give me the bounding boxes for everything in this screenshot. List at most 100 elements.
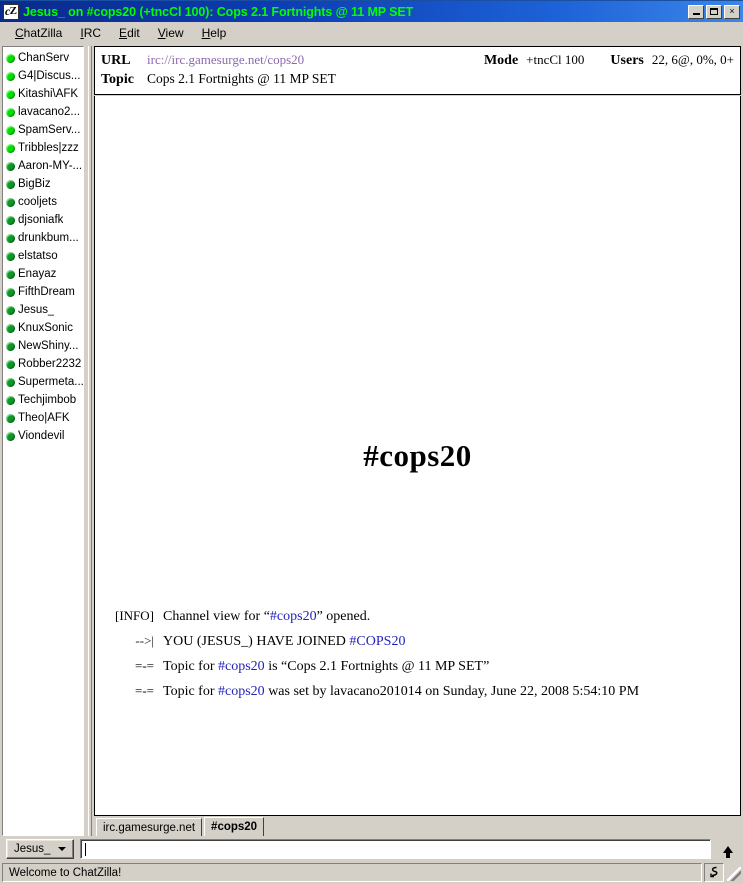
log-text: Topic for <box>163 659 219 674</box>
user-list-item[interactable]: lavacano2... <box>4 103 83 121</box>
maximize-button[interactable] <box>706 4 722 19</box>
user-list-item[interactable]: Viondevil <box>4 427 83 445</box>
log-line-body: Topic for #cops20 was set by lavacano201… <box>163 680 734 704</box>
menu-help-accel: H <box>201 26 211 40</box>
user-list-item[interactable]: djsoniafk <box>4 211 83 229</box>
channel-link[interactable]: #COPS20 <box>349 634 405 649</box>
window-controls: × <box>688 4 740 19</box>
user-status-icon <box>6 107 15 117</box>
log-line: =-= Topic for #cops20 is “Cops 2.1 Fortni… <box>101 654 734 679</box>
user-status-icon <box>6 341 15 351</box>
minimize-icon <box>689 6 703 18</box>
user-status-icon <box>6 359 15 369</box>
user-status-icon <box>6 269 15 279</box>
users-count-value: 22, 6@, 0%, 0+ <box>651 52 734 67</box>
user-list-item[interactable]: G4|Discus... <box>4 67 83 85</box>
channel-header-row-topic: Topic Cops 2.1 Fortnights @ 11 MP SET <box>101 70 734 89</box>
status-bar: Welcome to ChatZilla! <box>0 862 743 884</box>
user-status-icon <box>6 161 15 171</box>
log-line: =-= Topic for #cops20 was set by lavacano… <box>101 679 734 704</box>
menu-chatzilla-label: hatZilla <box>23 26 63 40</box>
user-status-icon <box>6 143 15 153</box>
user-list-item[interactable]: Kitashi\AFK <box>4 85 83 103</box>
log-text: Topic for <box>163 684 219 699</box>
user-list-item[interactable]: FifthDream <box>4 283 83 301</box>
user-list-item[interactable]: elstatso <box>4 247 83 265</box>
chatzilla-window: c Z Jesus_ on #cops20 (+tncCl 100): Cops… <box>0 0 743 884</box>
menu-help[interactable]: Help <box>193 24 236 42</box>
resize-grip-icon[interactable] <box>726 863 742 882</box>
menu-view-label: iew <box>165 26 184 40</box>
user-list-item[interactable]: drunkbum... <box>4 229 83 247</box>
user-nickname: KnuxSonic <box>18 322 73 334</box>
up-arrow-icon <box>723 845 733 858</box>
user-nickname: G4|Discus... <box>18 70 81 82</box>
topic-value[interactable]: Cops 2.1 Fortnights @ 11 MP SET <box>147 70 336 88</box>
user-list[interactable]: ChanServ G4|Discus... Kitashi\AFK lavacano2… <box>2 46 84 836</box>
status-message: Welcome to ChatZilla! <box>2 863 702 882</box>
user-list-item[interactable]: Tribbles|zzz <box>4 139 83 157</box>
user-list-item[interactable]: ChanServ <box>4 49 83 67</box>
user-status-icon <box>6 233 15 243</box>
log-line-body: Channel view for “#cops20” opened. <box>163 605 734 629</box>
text-caret <box>85 842 87 856</box>
channel-link[interactable]: #cops20 <box>218 684 265 699</box>
user-status-icon <box>6 179 15 189</box>
user-nickname: drunkbum... <box>18 232 79 244</box>
menu-edit-label: dit <box>127 26 140 40</box>
user-list-item[interactable]: KnuxSonic <box>4 319 83 337</box>
view-tab[interactable]: #cops20 <box>204 817 265 836</box>
user-nickname: SpamServ... <box>18 124 81 136</box>
channel-link[interactable]: #cops20 <box>218 659 265 674</box>
user-list-item[interactable]: Techjimbob <box>4 391 83 409</box>
log-text: YOU (JESUS_) HAVE JOINED <box>163 634 350 649</box>
log-line-prefix: =-= <box>135 658 154 673</box>
user-list-item[interactable]: Jesus_ <box>4 301 83 319</box>
user-list-item[interactable]: Supermeta... <box>4 373 83 391</box>
user-list-item[interactable]: BigBiz <box>4 175 83 193</box>
channel-link[interactable]: #cops20 <box>270 609 317 624</box>
chatzilla-app-icon: c Z <box>3 3 19 20</box>
send-scroll-button[interactable] <box>717 838 739 860</box>
input-row: Jesus_ <box>0 836 743 862</box>
user-nickname: Aaron-MY-... <box>18 160 83 172</box>
log-text: was set by lavacano201014 on Sunday, Jun… <box>264 684 640 699</box>
user-list-item[interactable]: Robber2232 <box>4 355 83 373</box>
user-nickname: lavacano2... <box>18 106 81 118</box>
log-line-prefix: =-= <box>135 683 154 698</box>
pane-splitter[interactable] <box>84 46 94 836</box>
user-status-icon <box>6 305 15 315</box>
user-nickname: Supermeta... <box>18 376 83 388</box>
message-input[interactable] <box>80 839 711 859</box>
maximize-icon <box>707 6 721 18</box>
user-nickname: NewShiny... <box>18 340 79 352</box>
user-list-item[interactable]: Theo|AFK <box>4 409 83 427</box>
log-line-body: YOU (JESUS_) HAVE JOINED #COPS20 <box>163 630 734 654</box>
minimize-button[interactable] <box>688 4 704 19</box>
view-tab[interactable]: irc.gamesurge.net <box>96 818 203 836</box>
channel-watermark: #cops20 <box>363 438 472 473</box>
user-nickname: FifthDream <box>18 286 75 298</box>
user-nickname: elstatso <box>18 250 58 262</box>
window-title: Jesus_ on #cops20 (+tncCl 100): Cops 2.1… <box>23 4 414 19</box>
user-list-item[interactable]: SpamServ... <box>4 121 83 139</box>
nickname-dropdown-button[interactable]: Jesus_ <box>6 839 75 859</box>
user-nickname: Kitashi\AFK <box>18 88 79 100</box>
user-list-item[interactable]: cooljets <box>4 193 83 211</box>
user-list-item[interactable]: Enayaz <box>4 265 83 283</box>
channel-url-link[interactable]: irc://irc.gamesurge.net/cops20 <box>147 51 304 69</box>
menu-edit[interactable]: Edit <box>110 24 149 42</box>
menu-chatzilla[interactable]: ChatZilla <box>6 24 71 42</box>
menu-bar: ChatZilla IRC Edit View Help <box>0 22 743 44</box>
status-activity-button[interactable] <box>704 863 724 882</box>
user-status-icon <box>6 53 15 63</box>
channel-header-row-top: URL irc://irc.gamesurge.net/cops20 Mode … <box>101 51 734 70</box>
user-list-item[interactable]: NewShiny... <box>4 337 83 355</box>
menu-irc[interactable]: IRC <box>71 24 110 42</box>
close-icon: × <box>729 6 735 16</box>
chat-output-area[interactable]: #cops20 [INFO] Channel view for “#cops20”… <box>94 96 741 816</box>
user-list-item[interactable]: Aaron-MY-... <box>4 157 83 175</box>
menu-view[interactable]: View <box>149 24 193 42</box>
close-button[interactable]: × <box>724 4 740 19</box>
view-tab-strip: irc.gamesurge.net #cops20 <box>94 816 741 836</box>
